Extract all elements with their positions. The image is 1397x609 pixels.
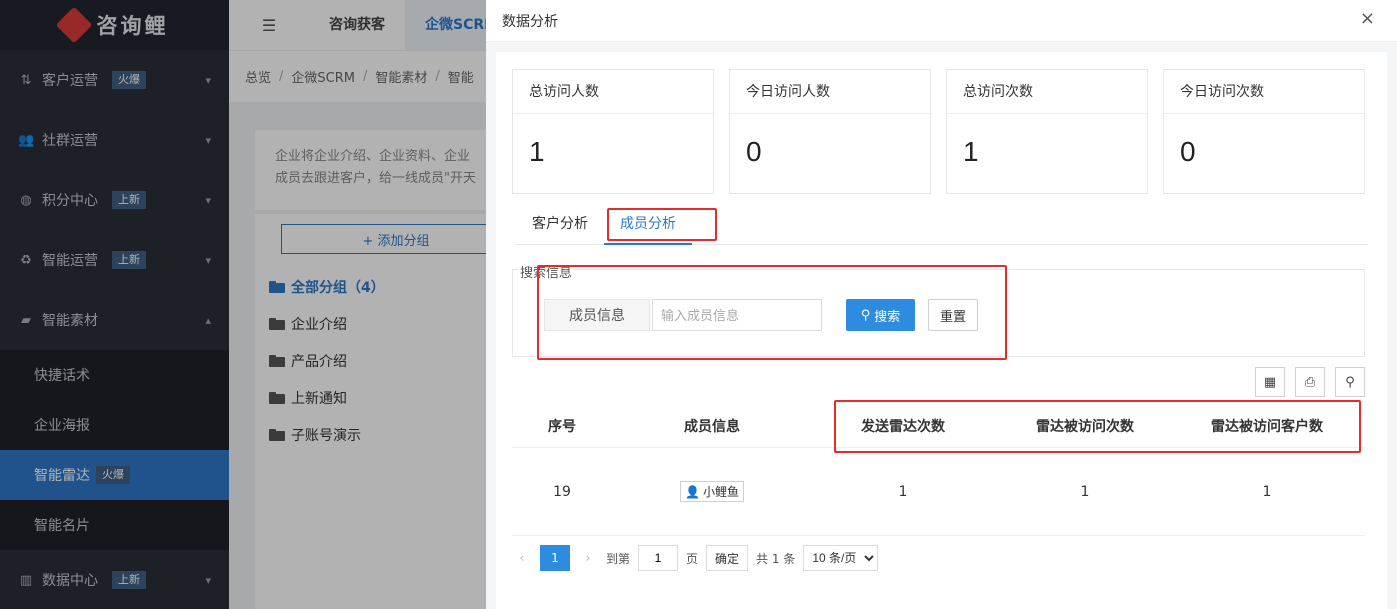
- modal-title: 数据分析: [502, 13, 558, 30]
- page-unit: 页: [686, 551, 699, 566]
- table-row: 19 👤 小鲤鱼 1 1 1: [512, 448, 1365, 536]
- stat-card-total-visits: 总访问次数 1: [946, 69, 1148, 194]
- member-info-label: 成员信息: [544, 299, 650, 331]
- cell-visit-count: 1: [1080, 483, 1090, 500]
- export-icon[interactable]: ⎙: [1295, 367, 1325, 397]
- goto-label: 到第: [606, 551, 631, 566]
- column-header: 雷达被访问客户数: [1211, 418, 1323, 435]
- stat-card-total-visitors: 总访问人数 1: [512, 69, 714, 194]
- chevron-right-icon[interactable]: ›: [578, 551, 598, 566]
- column-header: 雷达被访问次数: [1036, 418, 1134, 435]
- search-button[interactable]: ⚲ 搜索: [846, 299, 915, 331]
- cell-sent-count: 1: [898, 483, 908, 500]
- stat-card-today-visitors: 今日访问人数 0: [729, 69, 931, 194]
- column-header: 序号: [548, 418, 576, 435]
- search-icon: ⚲: [860, 307, 871, 323]
- search-section-title: 搜索信息: [518, 262, 575, 281]
- pagination: ‹ 1 › 到第 页 确定 共 1 条 10 条/页: [512, 545, 879, 571]
- search-toggle-icon[interactable]: ⚲: [1335, 367, 1365, 397]
- data-analysis-modal: 数据分析 × 总访问人数 1 今日访问人数 0 总访问次数 1 今日访问次数 0…: [486, 0, 1397, 609]
- total-count: 共 1 条: [756, 551, 796, 566]
- stat-card-today-visits: 今日访问次数 0: [1163, 69, 1365, 194]
- modal-header: 数据分析: [486, 0, 1397, 42]
- member-tag[interactable]: 👤 小鲤鱼: [680, 481, 744, 502]
- cell-index: 19: [553, 483, 571, 500]
- table-header: 序号 成员信息 发送雷达次数 雷达被访问次数 雷达被访问客户数: [512, 404, 1365, 448]
- modal-body: 总访问人数 1 今日访问人数 0 总访问次数 1 今日访问次数 0 客户分析 成…: [496, 52, 1387, 609]
- tab-customer-analysis[interactable]: 客户分析: [516, 207, 604, 245]
- cell-member: 👤 小鲤鱼: [612, 481, 812, 502]
- reset-button[interactable]: 重置: [928, 299, 978, 331]
- page-current[interactable]: 1: [540, 545, 570, 571]
- member-info-input[interactable]: [652, 299, 822, 331]
- goto-confirm-button[interactable]: 确定: [706, 545, 749, 571]
- member-analysis-table: 序号 成员信息 发送雷达次数 雷达被访问次数 雷达被访问客户数 19 👤 小鲤鱼…: [512, 404, 1365, 536]
- column-header: 成员信息: [684, 418, 740, 435]
- page-size-select[interactable]: 10 条/页: [803, 545, 879, 571]
- analysis-tabs: 客户分析 成员分析: [516, 207, 1367, 245]
- tab-member-analysis[interactable]: 成员分析: [604, 207, 692, 245]
- goto-page-input[interactable]: [638, 545, 679, 571]
- columns-icon[interactable]: ▦: [1255, 367, 1285, 397]
- chevron-left-icon[interactable]: ‹: [512, 551, 532, 566]
- cell-visitor-count: 1: [1262, 483, 1272, 500]
- person-icon: 👤: [685, 484, 700, 499]
- close-icon[interactable]: ×: [1360, 8, 1375, 29]
- column-header: 发送雷达次数: [861, 418, 945, 435]
